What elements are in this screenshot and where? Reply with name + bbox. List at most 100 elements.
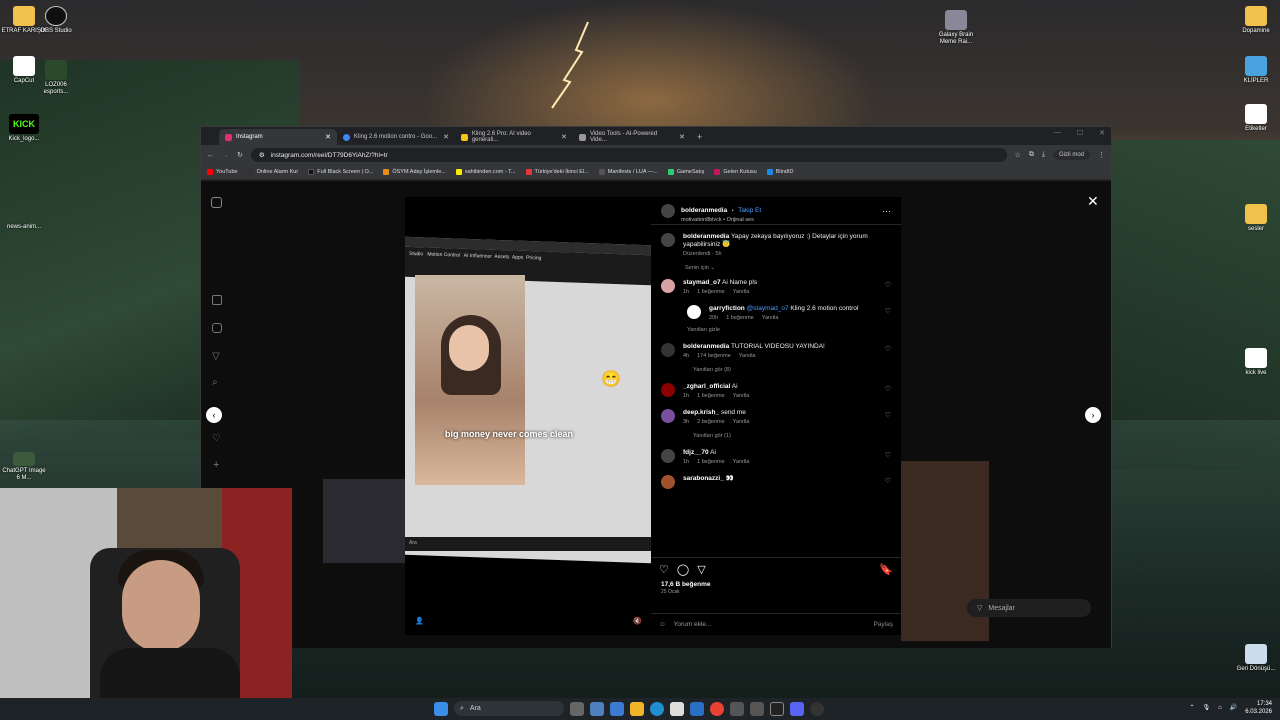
bookmark-star-icon[interactable]: ☆ [1015,151,1021,159]
avatar[interactable] [661,279,675,293]
save-icon[interactable]: 🔖 [879,563,893,576]
comment-user[interactable]: deep.krish_ [683,409,719,416]
desktop-icon-loz006[interactable]: LOZ006 esports... [32,60,80,96]
back-icon[interactable]: ← [207,152,214,159]
tab-video-tools[interactable]: Video Tools - AI-Powered Vide... ✕ [573,129,691,145]
close-icon[interactable]: ✕ [561,133,567,141]
avatar[interactable] [661,203,675,218]
bookmark-blindid[interactable]: BlindID [766,169,793,175]
start-icon[interactable] [434,701,448,716]
comment-user[interactable]: fdjz__70 [683,449,709,456]
avatar[interactable] [687,305,701,319]
desktop-icon-dopamine[interactable]: Dopamine [1232,6,1280,35]
like-comment-icon[interactable]: ♡ [885,451,891,459]
avatar[interactable] [661,409,675,423]
tab-instagram[interactable]: Instagram ✕ [219,129,337,145]
comment-likes[interactable]: 1 beğenme [697,289,725,295]
likes-count[interactable]: 17,6 B beğenme [651,581,901,588]
user-tag-icon[interactable]: 👤 [415,617,424,625]
reply-button[interactable]: Yanıtla [739,353,756,359]
avatar[interactable] [661,475,675,489]
close-modal-icon[interactable]: ✕ [1087,193,1099,210]
minimize-icon[interactable]: — [1054,129,1061,137]
like-comment-icon[interactable]: ♡ [885,307,891,315]
desktop-icon-etiketler[interactable]: Etiketler [1232,104,1280,133]
reply-button[interactable]: Yanıtla [733,419,750,425]
comment-input[interactable]: Yorum ekle... [674,621,712,628]
desktop-icon-news[interactable]: news-anim... [0,224,48,231]
comment-user[interactable]: sarabonazzi_ [683,475,724,482]
new-tab-button[interactable]: + [691,129,708,145]
comment-user[interactable]: garryfiction [709,305,745,312]
desktop-icon-recycle[interactable]: Geri Dönüşü... [1232,644,1280,673]
share-icon[interactable]: ▽ [697,563,705,576]
tray-chevron-icon[interactable]: ⌃ [1190,704,1195,712]
download-icon[interactable]: ⤓ [1042,151,1045,159]
prev-post-icon[interactable]: ‹ [206,407,222,423]
clock[interactable]: 17:34 6.03.2026 [1245,700,1272,716]
comment-user[interactable]: staymad_o7 [683,279,721,286]
bookmark-sahibinden[interactable]: sahibinden.com - T... [455,169,516,175]
capcut-icon[interactable] [770,701,784,716]
comment-user[interactable]: _zgharl_official [683,383,730,390]
like-comment-icon[interactable]: ♡ [885,411,891,419]
incognito-badge[interactable]: Gizli mod [1052,150,1090,160]
desktop-icon-sesler[interactable]: sesler [1232,204,1280,233]
reels-icon[interactable] [212,323,222,333]
comment-likes[interactable]: 174 beğenme [697,353,731,359]
task-view-icon[interactable] [570,701,584,716]
comment-mention[interactable]: @staymad_o7 [747,305,789,312]
widgets-icon[interactable] [590,701,604,716]
bookmark-youtube[interactable]: YouTube [207,169,238,175]
bookmark-gamesatis[interactable]: GameSatış [667,169,704,175]
mic-icon[interactable]: 🎙 [1203,704,1211,712]
author-name[interactable]: bolderanmedia [681,207,727,214]
reload-icon[interactable]: ↻ [237,151,243,159]
desktop-icon-kick[interactable]: KICK Kick_logo... [0,114,48,143]
file-explorer-icon[interactable] [630,701,644,716]
network-icon[interactable]: ⌂ [1218,704,1222,712]
more-options-icon[interactable]: ··· [882,206,891,216]
desktop-icon-klipler[interactable]: KLİPLER [1232,56,1280,85]
store-icon[interactable] [670,701,684,716]
send-icon[interactable]: ▽ [212,351,220,362]
tab-kling-pro[interactable]: Kling 2.6 Pro: AI video generati... ✕ [455,129,573,145]
messages-button[interactable]: ▽ Mesajlar [967,599,1091,617]
reply-button[interactable]: Yanıtla [733,459,750,465]
create-icon[interactable]: + [213,459,219,471]
bookmark-alarm[interactable]: Online Alarm Kur [247,169,298,175]
heart-icon[interactable]: ♡ [212,433,221,444]
extensions-icon[interactable]: ⧉ [1029,151,1034,159]
sort-dropdown[interactable]: Senin için ⌄ [685,265,891,271]
forward-icon[interactable]: → [222,152,229,159]
address-bar[interactable]: ⚙ instagram.com/reel/DT79D6YiAhZ/?hl=tr [250,148,1007,162]
mute-icon[interactable]: 🔇 [633,617,642,625]
menu-icon[interactable]: ⋮ [1098,151,1105,159]
reply-button[interactable]: Yanıtla [733,289,750,295]
media-player-icon[interactable] [810,701,824,716]
like-comment-icon[interactable]: ♡ [885,281,891,289]
tab-kling-google[interactable]: Kling 2.6 motion contro - Goo... ✕ [337,129,455,145]
close-icon[interactable]: ✕ [325,133,331,141]
chrome-icon[interactable] [710,701,724,716]
like-icon[interactable]: ♡ [659,563,669,576]
view-replies-button[interactable]: Yanıtları gör (1) [693,433,891,439]
maximize-icon[interactable]: ☐ [1077,129,1083,137]
view-replies-button[interactable]: Yanıtları gör (8) [693,367,891,373]
desktop-icon-kick-live[interactable]: kick live [1232,348,1280,377]
bookmark-osym[interactable]: ÖSYM Aday İşlemle... [383,169,446,175]
reply-button[interactable]: Yanıtla [733,393,750,399]
bookmark-manifests[interactable]: Manifests / LUA —... [598,169,658,175]
like-comment-icon[interactable]: ♡ [885,477,891,485]
close-icon[interactable]: ✕ [443,133,449,141]
audio-label[interactable]: motivation8blvck • Orijinal ses [681,217,761,223]
author-name[interactable]: bolderanmedia [683,233,729,240]
comment-likes[interactable]: 1 beğenme [726,315,754,321]
bookmark-black-screen[interactable]: Full Black Screen | O... [308,169,373,175]
avatar[interactable] [661,343,675,357]
edge-icon[interactable] [650,701,664,716]
close-window-icon[interactable]: ✕ [1099,129,1105,137]
follow-button[interactable]: Takip Et [738,207,761,214]
avatar[interactable] [661,383,675,397]
taskbar-search[interactable]: ⌕ Ara [454,701,564,716]
